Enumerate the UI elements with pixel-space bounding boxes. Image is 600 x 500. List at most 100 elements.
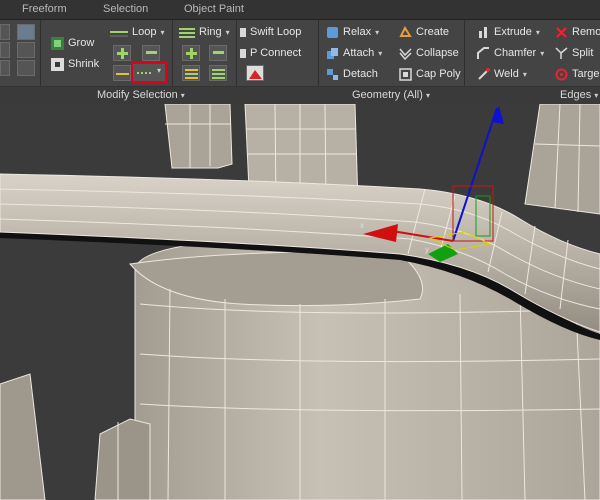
target-weld-label: Targe [572,68,600,80]
weld-label: Weld [494,68,519,80]
attach-icon [327,47,338,59]
paint-icon [249,70,262,79]
minus-icon [213,51,224,54]
loop-shrink-button[interactable] [142,45,160,61]
cap-poly-icon [399,67,412,81]
cap-poly-button[interactable]: Cap Poly [399,65,461,83]
p-connect-label: P Connect [250,47,302,59]
shrink-label: Shrink [68,58,100,70]
ring-grow-button[interactable] [182,45,200,61]
plus-icon [117,48,128,59]
ring-mode-icon [185,69,198,79]
target-weld-button[interactable]: Targe [555,65,600,83]
tab-selection[interactable]: Selection [103,3,148,15]
collapse-button[interactable]: Collapse [399,44,459,62]
cap-poly-label: Cap Poly [416,68,461,80]
remove-label: Remo [572,26,600,38]
tab-freeform[interactable]: Freeform [22,3,67,15]
detach-icon [327,68,338,80]
relax-button[interactable]: Relax ▾ [326,23,379,41]
select-by-face-icon[interactable] [17,60,35,76]
dotted-loop-icon [137,72,153,74]
modify-selection-panel-label[interactable]: Modify Selection ▾ [97,89,185,101]
ribbon-panel: Grow Shrink Loop ▾ ▾ Ring ▾ Swift Loop P… [0,20,600,104]
select-by-vertex-icon[interactable] [17,24,35,40]
stub-button-2[interactable] [0,42,10,58]
dotted-ring-icon [212,69,225,79]
loop-grow-button[interactable] [113,45,131,61]
weld-dropdown-arrow[interactable]: ▾ [523,70,527,79]
geometry-panel-label[interactable]: Geometry (All) ▾ [352,89,430,101]
select-by-edge-icon[interactable] [17,42,35,58]
loop-label: Loop [132,26,157,38]
p-connect-icon [240,48,246,58]
grow-label: Grow [68,37,95,49]
stub-button-1[interactable] [0,24,10,40]
swift-loop-label: Swift Loop [250,26,302,38]
ribbon-panel-footer: Modify Selection ▾ Geometry (All) ▾ Edge… [0,86,600,104]
relax-icon [327,26,338,38]
loop-mode-button[interactable] [113,65,131,81]
create-icon [399,25,412,37]
swift-loop-icon [240,27,246,37]
attach-dropdown-arrow[interactable]: ▾ [378,49,382,58]
split-label: Split [572,47,594,59]
split-icon [555,46,568,59]
ring-button[interactable]: Ring ▾ [179,23,230,41]
grow-icon [51,36,64,50]
extrude-icon [479,26,487,38]
extrude-button[interactable]: Extrude ▾ [477,23,540,41]
gizmo-x-label: x [360,221,364,230]
loop-button[interactable]: Loop ▾ [110,23,165,41]
weld-button[interactable]: Weld ▾ [477,65,527,83]
ring-mode-button[interactable] [182,65,200,81]
viewport-canvas: x y [0,104,600,500]
dotloop-button-highlighted[interactable]: ▾ [131,62,167,83]
paint-connect-button[interactable] [246,65,264,81]
chamfer-dropdown-arrow[interactable]: ▾ [540,49,544,58]
remove-icon [556,26,567,38]
detach-label: Detach [343,68,378,80]
ring-icon [179,27,195,38]
ring-shrink-button[interactable] [209,45,227,61]
shrink-icon [51,57,64,71]
ring-dotted-button[interactable] [209,65,227,81]
relax-dropdown-arrow[interactable]: ▾ [375,28,379,37]
loop-icon [110,30,128,36]
dotloop-dropdown-arrow[interactable]: ▾ [157,66,161,75]
gizmo-y-label: y [425,245,429,254]
target-icon [555,68,568,80]
tab-object-paint[interactable]: Object Paint [184,3,244,15]
chamfer-icon [477,46,489,59]
shrink-button[interactable]: Shrink [51,55,99,73]
loop-dropdown-arrow[interactable]: ▾ [160,28,164,37]
create-button[interactable]: Create [399,23,449,41]
stub-button-3[interactable] [0,60,10,76]
chamfer-button[interactable]: Chamfer ▾ [477,44,544,62]
minus-icon [146,51,157,54]
relax-label: Relax [343,26,372,38]
edges-panel-label[interactable]: Edges ▾ [560,89,598,101]
grow-button[interactable]: Grow [51,34,94,52]
plus-icon [186,48,197,59]
chamfer-label: Chamfer [494,47,537,59]
edges-dropdown-arrow[interactable]: ▾ [594,91,598,100]
ribbon-tab-strip: Freeform Selection Object Paint [0,0,600,20]
create-label: Create [416,26,450,38]
attach-button[interactable]: Attach ▾ [326,44,382,62]
collapse-label: Collapse [416,47,459,59]
attach-label: Attach [343,47,375,59]
p-connect-button[interactable]: P Connect [240,44,301,62]
extrude-label: Extrude [494,26,532,38]
geometry-dropdown-arrow[interactable]: ▾ [426,91,430,100]
3d-viewport[interactable]: x y [0,104,600,500]
remove-button[interactable]: Remo [555,23,600,41]
loop-mode-icon [116,73,129,75]
modify-selection-dropdown-arrow[interactable]: ▾ [181,91,185,100]
split-button[interactable]: Split [555,44,593,62]
extrude-dropdown-arrow[interactable]: ▾ [536,28,540,37]
swift-loop-button[interactable]: Swift Loop [240,23,301,41]
ring-dropdown-arrow[interactable]: ▾ [226,28,230,37]
detach-button[interactable]: Detach [326,65,378,83]
weld-icon [478,67,490,80]
